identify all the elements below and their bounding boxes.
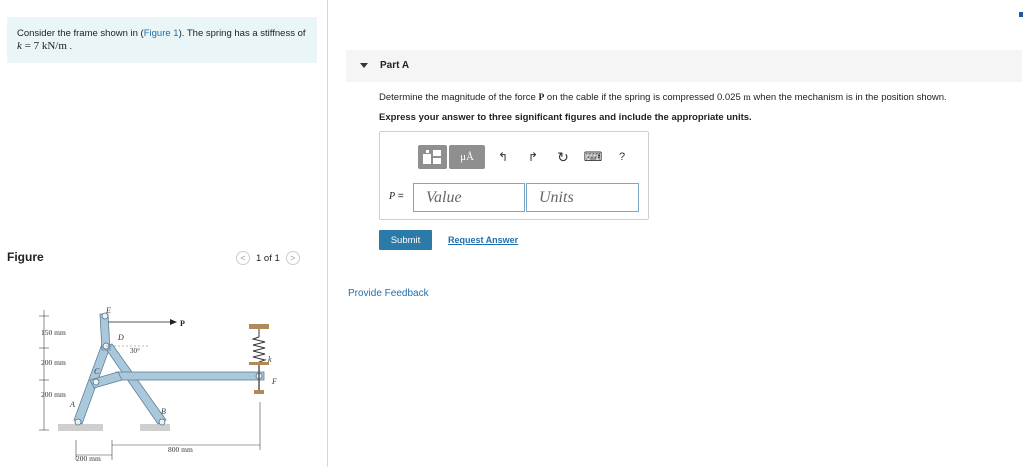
label-D: D <box>117 333 124 342</box>
problem-statement: Consider the frame shown in (Figure 1). … <box>7 17 317 63</box>
label-P: P <box>180 319 185 328</box>
answer-box: μÅ ↰ ↱ ↻ ⌨ ? P = Value Units <box>379 131 649 220</box>
units-input[interactable]: Units <box>526 183 639 212</box>
provide-feedback-link[interactable]: Provide Feedback <box>348 288 429 299</box>
figure-link[interactable]: Figure 1 <box>144 28 179 39</box>
dim-200-a: 200 mm <box>41 358 66 367</box>
answer-variable-label: P = <box>389 191 404 202</box>
undo-icon[interactable]: ↰ <box>495 145 511 169</box>
dim-200-b: 200 mm <box>41 390 66 399</box>
submit-button[interactable]: Submit <box>379 230 432 250</box>
help-icon[interactable]: ? <box>616 145 628 169</box>
collapse-triangle-icon[interactable] <box>360 63 368 68</box>
question-text: Determine the magnitude of the force P o… <box>379 92 947 103</box>
value-input[interactable]: Value <box>413 183 525 212</box>
keyboard-icon[interactable]: ⌨ <box>584 145 603 169</box>
figure-pager: < 1 of 1 > <box>236 251 300 265</box>
figure-page-count: 1 of 1 <box>256 252 280 264</box>
dim-150: 150 mm <box>41 328 66 337</box>
templates-button[interactable] <box>418 145 447 169</box>
dim-200-c: 200 mm <box>76 454 101 463</box>
label-angle: 30° <box>130 347 140 355</box>
label-A: A <box>69 400 75 409</box>
templates-icon <box>423 150 441 164</box>
problem-text: Consider the frame shown in (Figure 1). … <box>17 28 306 52</box>
figure-title: Figure <box>7 250 44 264</box>
redo-icon[interactable]: ↱ <box>525 145 541 169</box>
left-panel: Consider the frame shown in (Figure 1). … <box>0 0 328 467</box>
part-a-header[interactable]: Part A <box>346 50 1022 82</box>
label-B: B <box>161 407 166 416</box>
label-k: k <box>268 355 272 364</box>
prev-figure-button[interactable]: < <box>236 251 250 265</box>
label-F: F <box>271 377 277 386</box>
units-symbol-button[interactable]: μÅ <box>449 145 485 169</box>
label-E: E <box>105 306 111 315</box>
next-figure-button[interactable]: > <box>285 251 300 265</box>
part-label: Part A <box>380 60 410 71</box>
reset-icon[interactable]: ↻ <box>555 145 571 169</box>
dim-800: 800 mm <box>168 445 193 454</box>
top-right-marker <box>1019 12 1023 17</box>
instructions: Express your answer to three significant… <box>379 112 752 123</box>
frame-diagram: E D C A B k F P 30° 150 mm 200 mm 200 mm… <box>39 306 277 463</box>
label-C: C <box>94 367 100 376</box>
request-answer-link[interactable]: Request Answer <box>448 235 518 245</box>
